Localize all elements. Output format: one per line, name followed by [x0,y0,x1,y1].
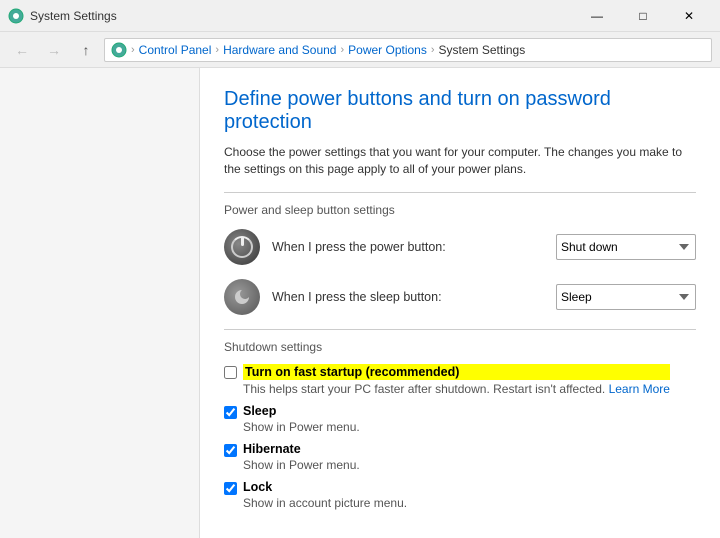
forward-button[interactable]: → [40,36,68,64]
fast-startup-sublabel: This helps start your PC faster after sh… [243,382,670,396]
breadcrumb-control-panel[interactable]: Control Panel [139,43,212,57]
hibernate-checkbox[interactable] [224,444,237,457]
sleep-label[interactable]: Sleep [243,404,360,418]
divider-2 [224,329,696,330]
hibernate-sublabel: Show in Power menu. [243,458,360,472]
power-sleep-section-label: Power and sleep button settings [224,203,696,217]
breadcrumb-sep-3: › [431,44,435,56]
power-icon [224,229,260,265]
up-button[interactable]: ↑ [72,36,100,64]
breadcrumb-icon [111,42,127,58]
power-button-select[interactable]: Shut down Sleep Hibernate Turn off the d… [556,234,696,260]
nav-bar: ← → ↑ › Control Panel › Hardware and Sou… [0,32,720,68]
title-bar-controls: — □ ✕ [574,0,712,32]
lock-checkbox[interactable] [224,482,237,495]
page-description: Choose the power settings that you want … [224,144,696,178]
app-icon [8,8,24,24]
fast-startup-content: Turn on fast startup (recommended) This … [243,364,670,396]
sidebar [0,68,200,538]
hibernate-label[interactable]: Hibernate [243,442,360,456]
breadcrumb-sep-0: › [131,44,135,56]
sleep-checkbox[interactable] [224,406,237,419]
sleep-row: Sleep Show in Power menu. [224,404,696,434]
lock-content: Lock Show in account picture menu. [243,480,407,510]
learn-more-link[interactable]: Learn More [609,382,670,396]
content-area: Define power buttons and turn on passwor… [200,68,720,538]
back-button[interactable]: ← [8,36,36,64]
lock-row: Lock Show in account picture menu. [224,480,696,510]
sleep-content: Sleep Show in Power menu. [243,404,360,434]
breadcrumb-system-settings: System Settings [439,43,526,57]
hibernate-row: Hibernate Show in Power menu. [224,442,696,472]
power-button-label: When I press the power button: [272,240,544,254]
sleep-button-select[interactable]: Sleep Hibernate Shut down Do nothing [556,284,696,310]
breadcrumb-hardware-sound[interactable]: Hardware and Sound [223,43,336,57]
hibernate-content: Hibernate Show in Power menu. [243,442,360,472]
moon-icon [233,288,251,306]
sleep-icon [224,279,260,315]
breadcrumb-power-options[interactable]: Power Options [348,43,427,57]
lock-sublabel: Show in account picture menu. [243,496,407,510]
breadcrumb-sep-2: › [340,44,344,56]
lock-label[interactable]: Lock [243,480,407,494]
breadcrumb: › Control Panel › Hardware and Sound › P… [104,38,712,62]
fast-startup-checkbox[interactable] [224,366,237,379]
fast-startup-row: Turn on fast startup (recommended) This … [224,364,696,396]
shutdown-section-label: Shutdown settings [224,340,696,354]
title-bar-text: System Settings [30,9,117,23]
fast-startup-label[interactable]: Turn on fast startup (recommended) [243,364,670,380]
maximize-button[interactable]: □ [620,0,666,32]
sleep-button-label: When I press the sleep button: [272,290,544,304]
power-button-row: When I press the power button: Shut down… [224,229,696,265]
main-container: Define power buttons and turn on passwor… [0,68,720,538]
page-title: Define power buttons and turn on passwor… [224,88,696,134]
close-button[interactable]: ✕ [666,0,712,32]
divider-1 [224,192,696,193]
minimize-button[interactable]: — [574,0,620,32]
sleep-sublabel: Show in Power menu. [243,420,360,434]
sleep-button-row: When I press the sleep button: Sleep Hib… [224,279,696,315]
breadcrumb-sep-1: › [215,44,219,56]
title-bar: System Settings — □ ✕ [0,0,720,32]
